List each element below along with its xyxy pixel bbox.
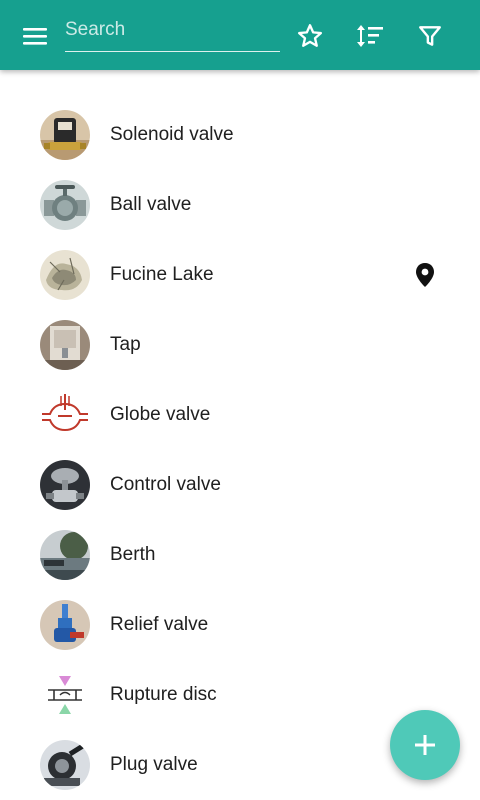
map-pin-icon xyxy=(416,263,434,287)
item-label: Solenoid valve xyxy=(110,124,234,145)
plus-icon xyxy=(415,735,435,755)
star-outline-icon xyxy=(297,24,323,47)
hamburger-menu-icon xyxy=(23,28,47,45)
tap-thumbnail xyxy=(40,320,90,370)
list-item[interactable]: Fucine Lake xyxy=(0,240,480,310)
item-list: Solenoid valve Ball valve Fucine Lake Ta… xyxy=(0,100,480,800)
solenoid-valve-thumbnail xyxy=(40,110,90,160)
menu-button[interactable] xyxy=(14,15,56,57)
filter-button[interactable] xyxy=(408,14,452,58)
item-label: Rupture disc xyxy=(110,684,217,705)
sort-button[interactable] xyxy=(348,14,392,58)
fucine-lake-thumbnail xyxy=(40,250,90,300)
list-item[interactable]: Ball valve xyxy=(0,170,480,240)
item-label: Control valve xyxy=(110,474,221,495)
rupture-disc-thumbnail xyxy=(40,670,90,720)
favorites-button[interactable] xyxy=(288,14,332,58)
ball-valve-thumbnail xyxy=(40,180,90,230)
list-item[interactable]: Control valve xyxy=(0,450,480,520)
search-field[interactable] xyxy=(65,14,280,52)
location-button[interactable] xyxy=(413,262,437,293)
sort-icon xyxy=(357,25,383,47)
item-label: Relief valve xyxy=(110,614,209,635)
item-label: Ball valve xyxy=(110,194,192,215)
item-label: Plug valve xyxy=(110,754,198,775)
item-label: Globe valve xyxy=(110,404,211,425)
berth-thumbnail xyxy=(40,530,90,580)
list-item[interactable]: Globe valve xyxy=(0,380,480,450)
item-label: Fucine Lake xyxy=(110,264,214,285)
add-item-button[interactable] xyxy=(390,710,460,780)
relief-valve-thumbnail xyxy=(40,600,90,650)
list-item[interactable]: Tap xyxy=(0,310,480,380)
search-input[interactable] xyxy=(65,14,280,46)
filter-icon xyxy=(419,26,441,46)
list-item[interactable]: Relief valve xyxy=(0,590,480,660)
item-label: Berth xyxy=(110,544,156,565)
control-valve-thumbnail xyxy=(40,460,90,510)
item-label: Tap xyxy=(110,334,141,355)
plug-valve-thumbnail xyxy=(40,740,90,790)
app-bar xyxy=(0,0,480,70)
globe-valve-thumbnail xyxy=(40,390,90,440)
list-item[interactable]: Berth xyxy=(0,520,480,590)
list-item[interactable]: Solenoid valve xyxy=(0,100,480,170)
